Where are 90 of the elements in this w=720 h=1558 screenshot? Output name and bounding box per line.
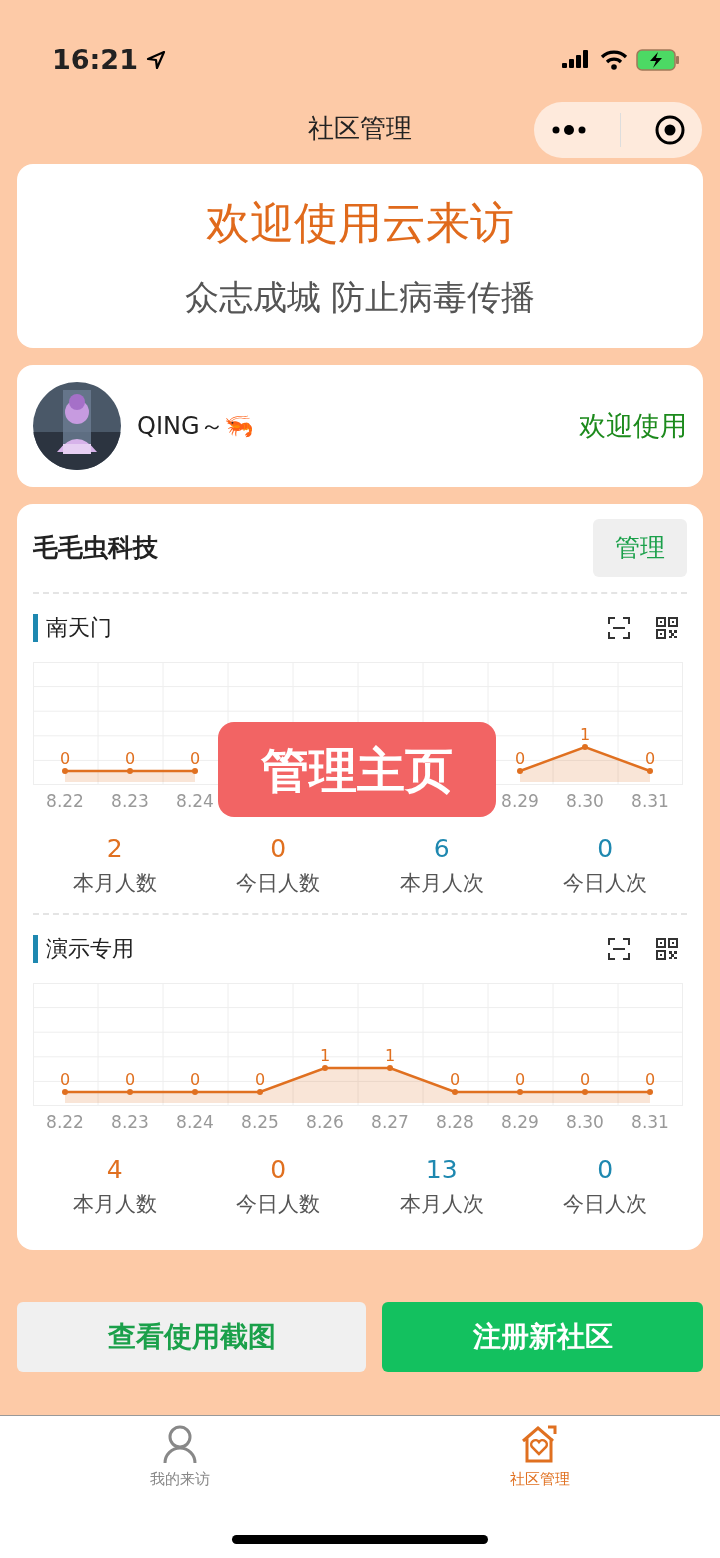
- data-point: [647, 768, 653, 774]
- stat-value: 13: [424, 1154, 459, 1186]
- site-name: 南天门: [33, 614, 112, 642]
- stat-label: 今日人次: [562, 1190, 649, 1218]
- axis-label: 8.30: [566, 791, 604, 811]
- axis-label: 8.23: [111, 1112, 149, 1132]
- manage-button[interactable]: 管理: [593, 519, 687, 577]
- person-icon: [162, 1424, 198, 1464]
- tab-item[interactable]: 我的来访: [0, 1416, 360, 1558]
- location-icon: [145, 50, 166, 70]
- data-label: 1: [579, 725, 591, 744]
- banner-subtitle: 众志成城 防止病毒传播: [183, 275, 537, 319]
- status-time: 16:21: [52, 42, 138, 77]
- data-label: 0: [254, 1070, 266, 1089]
- screenshot-button[interactable]: 查看使用截图: [17, 1302, 366, 1372]
- data-label: 0: [644, 749, 656, 768]
- data-point: [192, 768, 198, 774]
- banner-title: 欢迎使用云来访: [205, 195, 515, 250]
- stat-label: 本月人次: [398, 1190, 485, 1218]
- data-label: 0: [189, 749, 201, 768]
- user-name: QING～🦐: [137, 411, 255, 442]
- data-label: 0: [124, 749, 136, 768]
- stat-label: 本月人数: [71, 1190, 158, 1218]
- data-label: 0: [514, 749, 526, 768]
- stat-value: 0: [269, 833, 288, 865]
- axis-label: 8.25: [241, 1112, 279, 1132]
- axis-label: 8.26: [306, 1112, 344, 1132]
- data-point: [647, 1089, 653, 1095]
- community-name: 毛毛虫科技: [33, 532, 158, 565]
- data-point: [517, 1089, 523, 1095]
- stat-label: 今日人数: [235, 1190, 322, 1218]
- data-point: [62, 1089, 68, 1095]
- scan-icon[interactable]: [607, 937, 631, 961]
- stat-value: 0: [596, 1154, 615, 1186]
- stat-value: 0: [269, 1154, 288, 1186]
- axis-label: 8.22: [46, 1112, 84, 1132]
- welcome-text: 欢迎使用: [579, 408, 687, 443]
- stat-value: 0: [596, 833, 615, 865]
- axis-label: 8.28: [436, 1112, 474, 1132]
- scan-icon[interactable]: [607, 616, 631, 640]
- data-label: 1: [319, 1046, 331, 1065]
- data-point: [322, 1065, 328, 1071]
- axis-label: 8.31: [631, 791, 669, 811]
- axis-label: 8.27: [371, 1112, 409, 1132]
- close-target-icon[interactable]: [653, 114, 686, 146]
- data-point: [452, 1089, 458, 1095]
- data-point: [582, 744, 588, 750]
- axis-label: 8.23: [111, 791, 149, 811]
- data-point: [517, 768, 523, 774]
- tab-item[interactable]: 社区管理: [360, 1416, 720, 1558]
- axis-label: 8.30: [566, 1112, 604, 1132]
- more-icon[interactable]: [550, 124, 587, 136]
- house-heart-icon: [520, 1424, 560, 1464]
- data-point: [127, 768, 133, 774]
- qr-code-icon[interactable]: [655, 937, 679, 961]
- stat-label: 本月人数: [71, 869, 158, 897]
- data-label: 0: [449, 1070, 461, 1089]
- data-label: 0: [59, 1070, 71, 1089]
- data-point: [257, 1089, 263, 1095]
- page-title: 社区管理: [308, 111, 412, 145]
- axis-label: 8.22: [46, 791, 84, 811]
- data-point: [192, 1089, 198, 1095]
- battery-icon: [636, 49, 680, 71]
- stat-label: 今日人次: [562, 869, 649, 897]
- site-name: 演示专用: [33, 935, 134, 963]
- register-button[interactable]: 注册新社区: [382, 1302, 703, 1372]
- qr-code-icon[interactable]: [655, 616, 679, 640]
- data-point: [127, 1089, 133, 1095]
- data-point: [387, 1065, 393, 1071]
- axis-label: 8.29: [501, 791, 539, 811]
- axis-label: 8.24: [176, 791, 214, 811]
- toast-message: 管理主页: [218, 722, 496, 817]
- stat-value: 6: [432, 833, 451, 865]
- axis-label: 8.29: [501, 1112, 539, 1132]
- data-label: 0: [514, 1070, 526, 1089]
- data-point: [582, 1089, 588, 1095]
- wifi-icon: [600, 49, 628, 71]
- data-label: 0: [59, 749, 71, 768]
- data-label: 1: [384, 1046, 396, 1065]
- data-label: 0: [189, 1070, 201, 1089]
- data-label: 0: [124, 1070, 136, 1089]
- stat-label: 今日人数: [235, 869, 322, 897]
- axis-label: 8.24: [176, 1112, 214, 1132]
- data-label: 0: [644, 1070, 656, 1089]
- data-point: [62, 768, 68, 774]
- stat-label: 本月人次: [398, 869, 485, 897]
- axis-label: 8.31: [631, 1112, 669, 1132]
- stat-value: 4: [105, 1154, 124, 1186]
- data-label: 0: [579, 1070, 591, 1089]
- stat-value: 2: [105, 833, 124, 865]
